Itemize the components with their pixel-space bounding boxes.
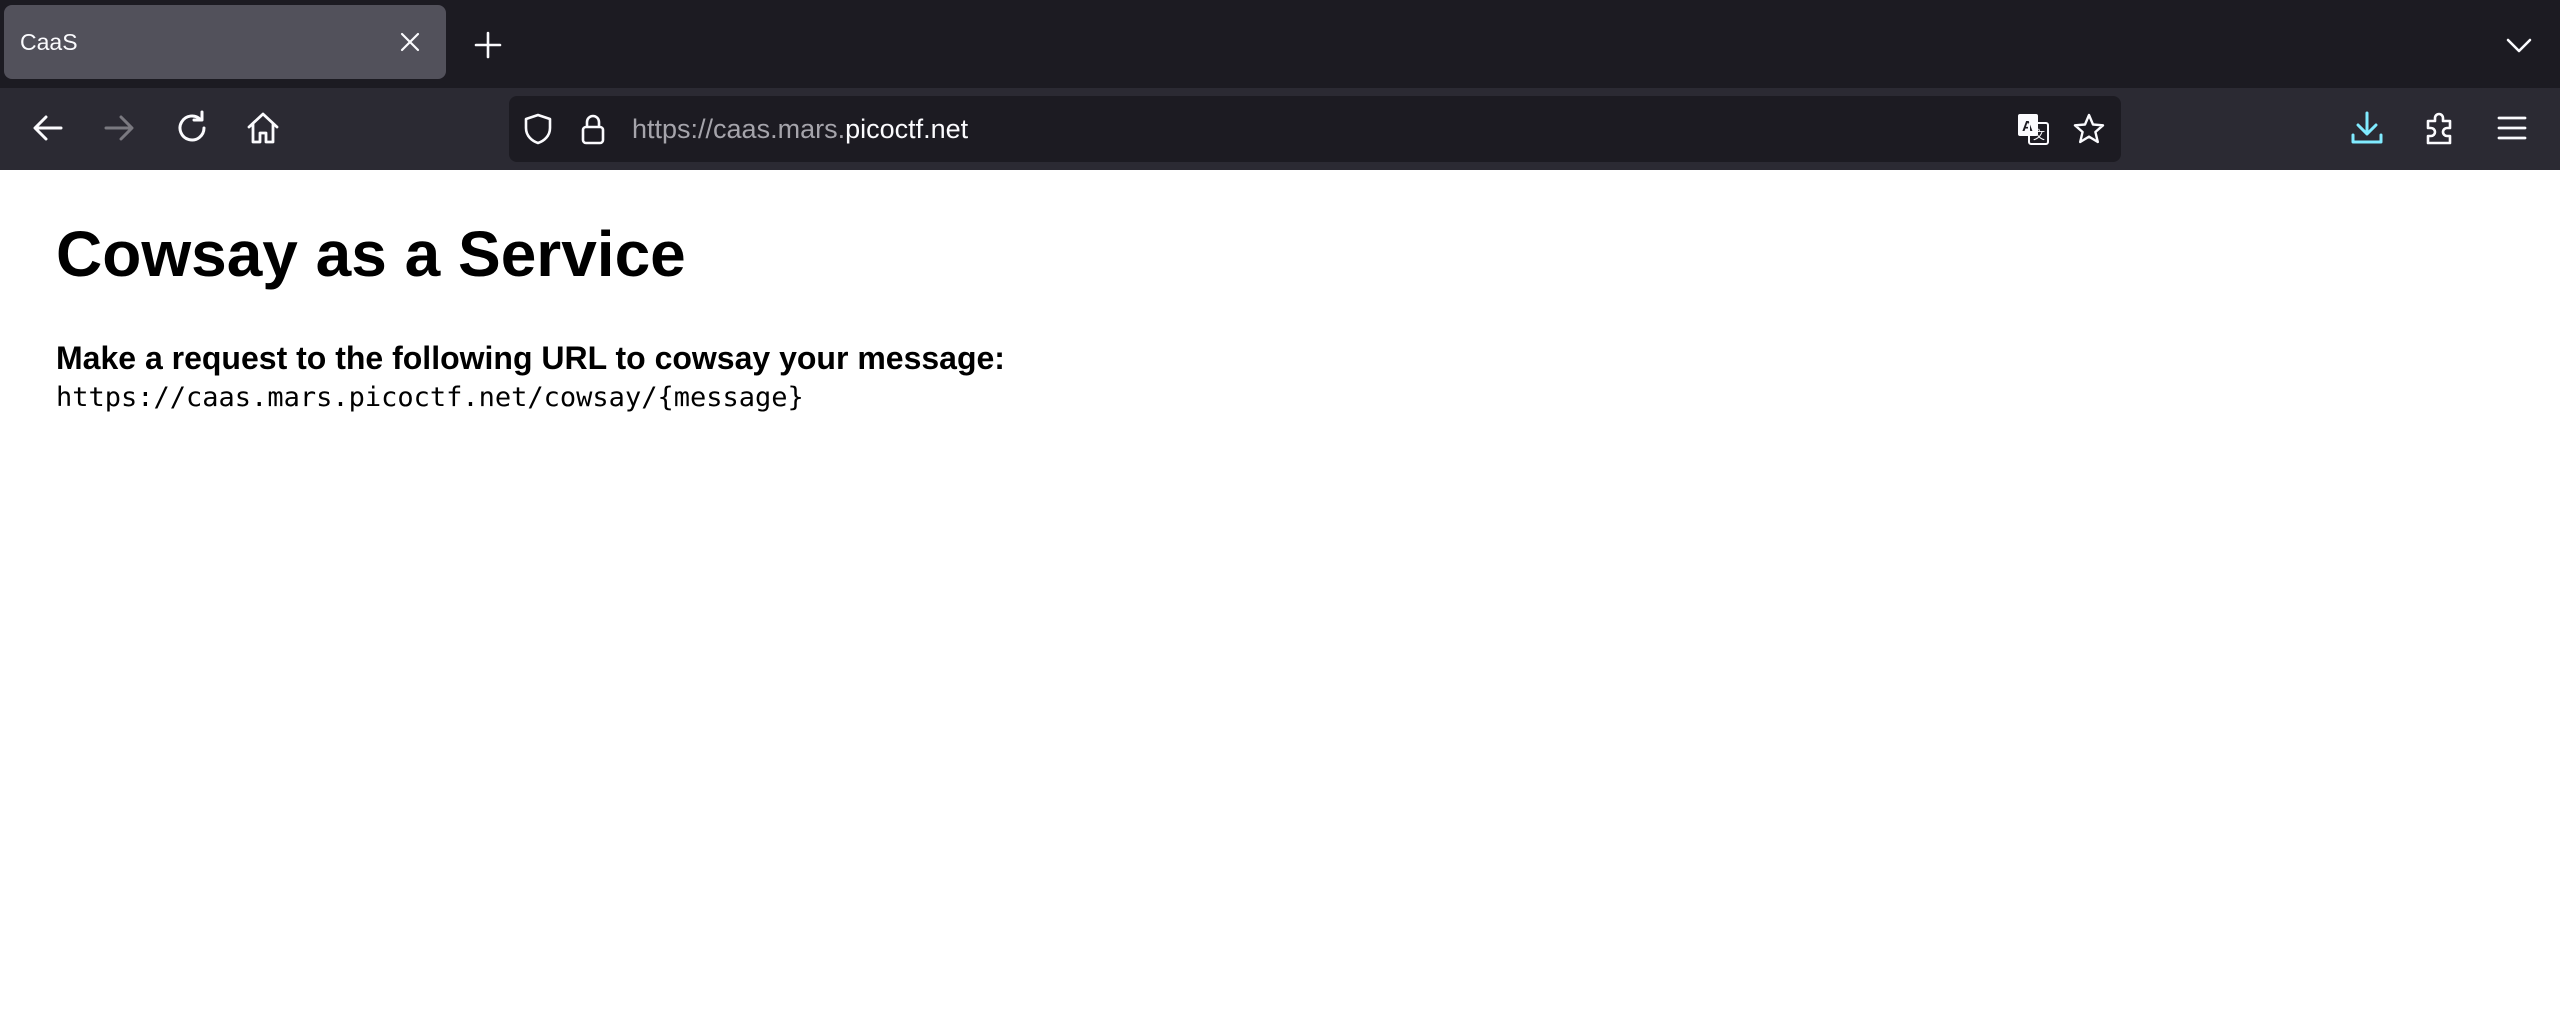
navigation-toolbar: https://caas.mars.picoctf.net A文 — [0, 88, 2560, 170]
download-icon[interactable] — [2347, 108, 2387, 148]
url-text[interactable]: https://caas.mars.picoctf.net — [632, 96, 968, 162]
star-icon[interactable] — [2072, 112, 2106, 146]
puzzle-icon[interactable] — [2420, 108, 2460, 148]
endpoint-url: https://caas.mars.picoctf.net/cowsay/{me… — [56, 382, 804, 413]
shield-icon[interactable] — [521, 112, 555, 146]
page-content: Cowsay as a Service Make a request to th… — [0, 170, 2560, 1018]
instruction-heading: Make a request to the following URL to c… — [56, 340, 1005, 376]
lock-icon[interactable] — [576, 112, 610, 146]
svg-text:A: A — [2022, 118, 2033, 135]
hamburger-menu-icon[interactable] — [2492, 108, 2532, 148]
plus-icon[interactable] — [473, 30, 503, 60]
close-icon[interactable] — [398, 30, 422, 54]
tab-strip: CaaS — [0, 0, 2560, 88]
home-icon[interactable] — [243, 108, 283, 148]
url-prefix: https://caas.mars. — [632, 114, 846, 144]
tab-caas[interactable]: CaaS — [4, 5, 446, 79]
svg-text:文: 文 — [2033, 127, 2045, 142]
translate-icon[interactable]: A文 — [2016, 112, 2050, 146]
reload-icon[interactable] — [172, 108, 212, 148]
url-domain: picoctf.net — [845, 114, 969, 144]
url-bar[interactable]: https://caas.mars.picoctf.net A文 — [509, 96, 2121, 162]
chevron-down-icon[interactable] — [2504, 30, 2534, 60]
forward-arrow-icon — [99, 108, 139, 148]
page-title: Cowsay as a Service — [56, 218, 686, 290]
tab-title: CaaS — [20, 29, 78, 55]
back-arrow-icon[interactable] — [28, 108, 68, 148]
